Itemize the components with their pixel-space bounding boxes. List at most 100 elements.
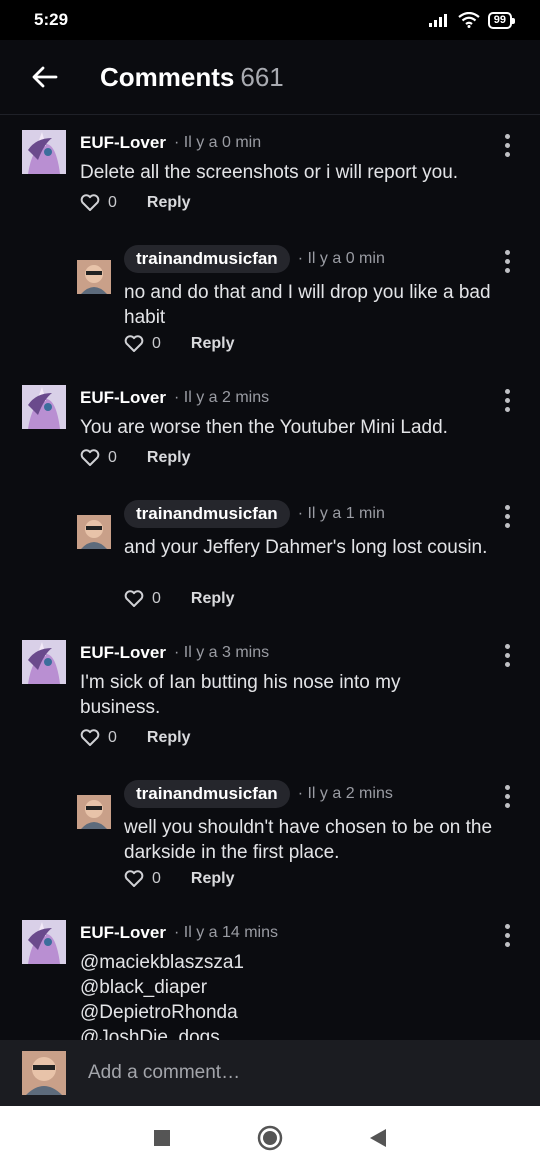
like-count: 0 xyxy=(152,870,161,887)
reply-button[interactable]: Reply xyxy=(147,194,191,212)
more-options-button[interactable] xyxy=(504,644,510,667)
mention-link[interactable]: @JoshDie_dogs xyxy=(80,1025,500,1040)
avatar[interactable] xyxy=(22,640,66,684)
signal-icon xyxy=(428,14,447,27)
user-avatar xyxy=(22,1051,66,1095)
more-dot xyxy=(504,942,510,947)
more-dot xyxy=(504,653,510,658)
author-name[interactable]: trainandmusicfan xyxy=(124,780,290,808)
avatar[interactable] xyxy=(22,920,66,964)
comment-composer[interactable]: Add a comment… xyxy=(0,1040,540,1106)
timestamp: · Il y a 14 mins xyxy=(173,924,278,941)
more-vertical-icon xyxy=(504,250,510,255)
more-options-button[interactable] xyxy=(504,389,510,412)
status-bar: 5:29 99 xyxy=(0,0,540,40)
comment-text: I'm sick of Ian butting his nose into my… xyxy=(80,672,401,718)
more-vertical-icon xyxy=(504,644,510,649)
more-dot xyxy=(504,794,510,799)
like-count: 0 xyxy=(108,729,117,746)
comment-actions: 0 Reply xyxy=(80,194,190,212)
system-nav-bar xyxy=(0,1106,540,1170)
mention-link[interactable]: @black_diaper xyxy=(80,975,500,1000)
more-dot xyxy=(504,268,510,273)
more-options-button[interactable] xyxy=(504,134,510,157)
back-nav-icon[interactable] xyxy=(369,1128,387,1148)
arrow-left-icon xyxy=(32,66,58,88)
avatar[interactable] xyxy=(22,130,66,174)
back-button[interactable] xyxy=(0,66,90,88)
heart-outline-icon[interactable] xyxy=(124,590,144,608)
comment-actions: 0 Reply xyxy=(80,449,190,467)
reply-button[interactable]: Reply xyxy=(191,870,235,888)
more-vertical-icon xyxy=(504,389,510,394)
more-vertical-icon xyxy=(504,785,510,790)
more-dot xyxy=(504,407,510,412)
timestamp: · Il y a 2 mins xyxy=(173,389,270,406)
author-name[interactable]: trainandmusicfan xyxy=(124,245,290,273)
comment-text: and your Jeffery Dahmer's long lost cous… xyxy=(124,537,488,558)
avatar[interactable] xyxy=(77,260,111,294)
comment-actions: 0 Reply xyxy=(124,590,234,608)
more-dot xyxy=(504,398,510,403)
heart-outline-icon[interactable] xyxy=(80,729,100,747)
comment-count: 661 xyxy=(240,61,284,92)
wifi-icon xyxy=(458,12,480,28)
timestamp: · Il y a 2 mins xyxy=(297,785,393,802)
comment-input[interactable]: Add a comment… xyxy=(88,1062,240,1084)
heart-outline-icon[interactable] xyxy=(124,335,144,353)
author-name[interactable]: EUF-Lover xyxy=(80,133,166,153)
avatar[interactable] xyxy=(77,515,111,549)
comment-header: trainandmusicfan · Il y a 1 min xyxy=(124,500,385,528)
clock: 5:29 xyxy=(34,10,69,29)
author-name[interactable]: EUF-Lover xyxy=(80,643,166,663)
avatar[interactable] xyxy=(22,385,66,429)
comment-text: @maciekblaszsza1 @black_diaper @Depietro… xyxy=(80,950,500,1040)
comment-header: EUF-Lover · Il y a 2 mins xyxy=(80,388,269,408)
timestamp: · Il y a 3 mins xyxy=(173,644,270,661)
more-dot xyxy=(504,514,510,519)
comment-text: Delete all the screenshots or i will rep… xyxy=(80,162,459,183)
mention-link[interactable]: @DepietroRhonda xyxy=(80,1000,500,1025)
author-name[interactable]: EUF-Lover xyxy=(80,923,166,943)
like-count: 0 xyxy=(152,335,161,352)
reply-button[interactable]: Reply xyxy=(147,729,191,747)
more-options-button[interactable] xyxy=(504,505,510,528)
like-count: 0 xyxy=(152,590,161,607)
more-options-button[interactable] xyxy=(504,785,510,808)
app-bar: Comments 661 xyxy=(0,40,540,115)
heart-outline-icon[interactable] xyxy=(80,194,100,212)
reply-button[interactable]: Reply xyxy=(191,590,235,608)
heart-outline-icon[interactable] xyxy=(80,449,100,467)
timestamp: · Il y a 0 min xyxy=(173,134,262,151)
comment-actions: 0 Reply xyxy=(124,335,234,353)
more-options-button[interactable] xyxy=(504,250,510,273)
more-dot xyxy=(504,803,510,808)
like-count: 0 xyxy=(108,449,117,466)
comment-header: trainandmusicfan · Il y a 2 mins xyxy=(124,780,393,808)
more-vertical-icon xyxy=(504,924,510,929)
more-dot xyxy=(504,523,510,528)
more-dot xyxy=(504,662,510,667)
comment-text: You are worse then the Youtuber Mini Lad… xyxy=(80,417,448,438)
avatar[interactable] xyxy=(77,795,111,829)
timestamp: · Il y a 0 min xyxy=(297,250,385,267)
more-dot xyxy=(504,143,510,148)
recents-icon[interactable] xyxy=(153,1129,171,1147)
comment-header: trainandmusicfan · Il y a 0 min xyxy=(124,245,385,273)
mention-link[interactable]: @maciekblaszsza1 xyxy=(80,950,500,975)
home-icon[interactable] xyxy=(257,1125,283,1151)
more-vertical-icon xyxy=(504,134,510,139)
status-icons: 99 xyxy=(428,11,516,29)
page-title: Comments xyxy=(100,61,235,92)
reply-button[interactable]: Reply xyxy=(147,449,191,467)
comment-text: no and do that and I will drop you like … xyxy=(124,282,491,328)
more-options-button[interactable] xyxy=(504,924,510,947)
reply-button[interactable]: Reply xyxy=(191,335,235,353)
comment-list[interactable]: EUF-Lover · Il y a 0 min Delete all the … xyxy=(0,116,540,1040)
author-name[interactable]: trainandmusicfan xyxy=(124,500,290,528)
comment-header: EUF-Lover · Il y a 0 min xyxy=(80,133,261,153)
heart-outline-icon[interactable] xyxy=(124,870,144,888)
more-vertical-icon xyxy=(504,505,510,510)
more-dot xyxy=(504,152,510,157)
author-name[interactable]: EUF-Lover xyxy=(80,388,166,408)
